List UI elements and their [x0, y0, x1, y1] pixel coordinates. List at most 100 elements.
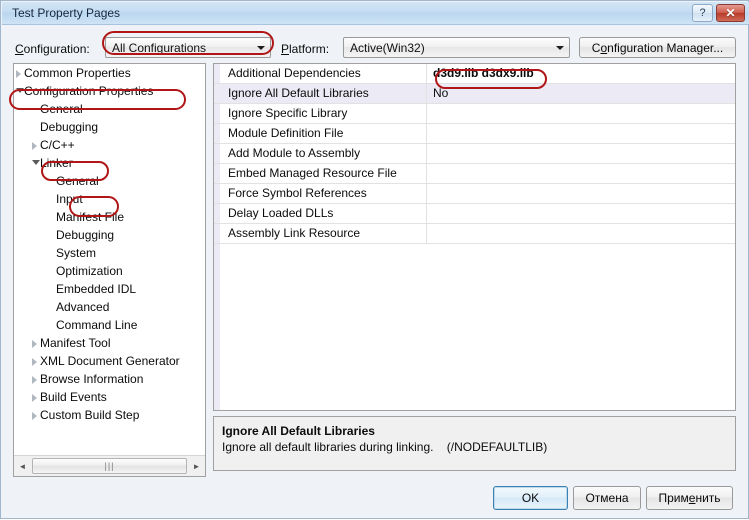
tree-item-manifest-tool[interactable]: Manifest Tool [14, 334, 205, 352]
window-controls: ? ✕ [692, 4, 745, 22]
property-value[interactable] [427, 224, 735, 243]
configuration-toolbar: Configuration: All Configurations Platfo… [1, 25, 749, 59]
tree-item-custom-build-step[interactable]: Custom Build Step [14, 406, 205, 424]
tree-expander-closed-icon[interactable] [32, 340, 37, 348]
property-row[interactable]: Module Definition File [214, 124, 735, 144]
tree-expander-closed-icon[interactable] [16, 70, 21, 78]
description-title: Ignore All Default Libraries [222, 424, 375, 438]
property-name: Add Module to Assembly [214, 144, 427, 163]
tree-item-advanced[interactable]: Advanced [14, 298, 205, 316]
tree-item-label: Browse Information [40, 372, 144, 386]
tree-item-label: Command Line [56, 318, 138, 332]
tree-item-label: Embedded IDL [56, 282, 137, 296]
property-row[interactable]: Additional Dependencies d3d9.lib d3dx9.li… [214, 64, 735, 84]
tree-expander-closed-icon[interactable] [32, 358, 37, 366]
tree-item-label: Debugging [56, 228, 115, 242]
configuration-manager-button[interactable]: Configuration Manager... [579, 37, 736, 58]
property-grid[interactable]: Additional Dependencies d3d9.lib d3dx9.li… [214, 64, 735, 244]
tree-item-input[interactable]: Input [14, 190, 205, 208]
property-pages-dialog: Test Property Pages ? ✕ Configuration: A… [0, 0, 749, 519]
tree-item-system[interactable]: System [14, 244, 205, 262]
scroll-track[interactable]: ||| [31, 456, 188, 476]
ok-button-label: OK [521, 491, 540, 505]
tree-item-linker[interactable]: Linker [14, 154, 205, 172]
tree-expander-open-icon[interactable] [32, 160, 40, 165]
property-name: Embed Managed Resource File [214, 164, 427, 183]
property-name: Ignore Specific Library [214, 104, 427, 123]
tree-item-optimization[interactable]: Optimization [14, 262, 205, 280]
property-value[interactable] [427, 124, 735, 143]
chevron-down-icon [257, 46, 265, 50]
tree-item-xml-document-generator[interactable]: XML Document Generator [14, 352, 205, 370]
property-row[interactable]: Delay Loaded DLLs [214, 204, 735, 224]
tree-expander-closed-icon[interactable] [32, 142, 37, 150]
tree-item-general[interactable]: General [14, 172, 205, 190]
tree-item-label: Manifest Tool [40, 336, 111, 350]
property-name: Delay Loaded DLLs [214, 204, 427, 223]
apply-button-label: Применить [658, 491, 721, 505]
tree-item-debugging[interactable]: Debugging [14, 226, 205, 244]
scroll-left-arrow-icon[interactable]: ◄ [14, 457, 31, 476]
help-button[interactable]: ? [692, 4, 713, 22]
tree-item-label: General [40, 102, 83, 116]
dialog-footer: OK Отмена Применить [1, 477, 749, 520]
tree-item-label: Build Events [40, 390, 107, 404]
tree-item-label: C/C++ [40, 138, 75, 152]
tree-item-label: Advanced [56, 300, 110, 314]
property-row[interactable]: Add Module to Assembly [214, 144, 735, 164]
close-button[interactable]: ✕ [716, 4, 745, 22]
platform-combobox[interactable]: Active(Win32) [343, 37, 570, 58]
description-panel: Ignore All Default Libraries Ignore all … [213, 416, 736, 471]
property-value[interactable]: No [427, 84, 735, 103]
property-tree-panel: Common Properties Configuration Propertie… [13, 63, 206, 477]
tree-item-general[interactable]: General [14, 100, 205, 118]
apply-button[interactable]: Применить [646, 486, 733, 510]
tree-item-browse-information[interactable]: Browse Information [14, 370, 205, 388]
tree-item-manifest-file[interactable]: Manifest File [14, 208, 205, 226]
property-value[interactable] [427, 184, 735, 203]
tree-item-label: General [56, 174, 99, 188]
platform-value: Active(Win32) [350, 41, 425, 55]
property-value[interactable] [427, 204, 735, 223]
property-name: Force Symbol References [214, 184, 427, 203]
tree-item-label: Common Properties [24, 66, 131, 80]
description-body: Ignore all default libraries during link… [222, 440, 548, 454]
tree-item-c-c[interactable]: C/C++ [14, 136, 205, 154]
tree-item-label: Optimization [56, 264, 123, 278]
tree-expander-open-icon[interactable] [16, 88, 24, 93]
ok-button[interactable]: OK [493, 486, 568, 510]
tree-expander-closed-icon[interactable] [32, 376, 37, 384]
tree-expander-closed-icon[interactable] [32, 394, 37, 402]
property-name: Assembly Link Resource [214, 224, 427, 243]
property-value[interactable] [427, 144, 735, 163]
tree-item-debugging[interactable]: Debugging [14, 118, 205, 136]
tree-item-build-events[interactable]: Build Events [14, 388, 205, 406]
configuration-label: Configuration: [15, 42, 90, 56]
tree-horizontal-scrollbar[interactable]: ◄ ||| ► [14, 455, 205, 476]
tree-item-embedded-idl[interactable]: Embedded IDL [14, 280, 205, 298]
tree-item-command-line[interactable]: Command Line [14, 316, 205, 334]
scroll-thumb[interactable]: ||| [32, 457, 187, 474]
tree-item-common-properties[interactable]: Common Properties [14, 64, 205, 82]
property-row[interactable]: Ignore All Default Libraries No [214, 84, 735, 104]
property-value[interactable] [427, 104, 735, 123]
tree-item-label: Linker [40, 156, 73, 170]
property-row[interactable]: Embed Managed Resource File [214, 164, 735, 184]
tree-item-label: Manifest File [56, 210, 125, 224]
window-title: Test Property Pages [12, 6, 121, 20]
tree-item-configuration-properties[interactable]: Configuration Properties [14, 82, 205, 100]
property-value[interactable]: d3d9.lib d3dx9.lib [427, 64, 735, 83]
configuration-combobox[interactable]: All Configurations [105, 37, 271, 58]
property-row[interactable]: Ignore Specific Library [214, 104, 735, 124]
cancel-button[interactable]: Отмена [573, 486, 641, 510]
property-row[interactable]: Assembly Link Resource [214, 224, 735, 244]
property-value[interactable] [427, 164, 735, 183]
scroll-right-arrow-icon[interactable]: ► [188, 457, 205, 476]
tree-expander-closed-icon[interactable] [32, 412, 37, 420]
property-tree[interactable]: Common Properties Configuration Propertie… [14, 64, 205, 454]
tree-item-label: XML Document Generator [40, 354, 180, 368]
title-bar: Test Property Pages ? ✕ [2, 2, 749, 25]
property-row[interactable]: Force Symbol References [214, 184, 735, 204]
platform-label: Platform: [281, 42, 330, 56]
tree-item-label: Debugging [40, 120, 99, 134]
